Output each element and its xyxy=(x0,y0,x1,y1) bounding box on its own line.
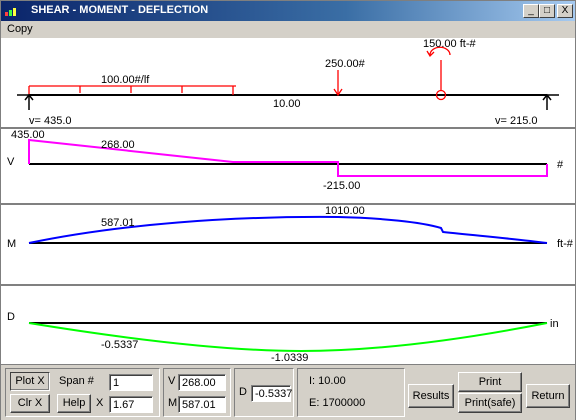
point-load-arrow xyxy=(333,70,343,97)
moment-load-label: 150.00 ft-# xyxy=(423,38,476,50)
v-output: 268.00 xyxy=(178,374,226,391)
right-reaction-label: v= 215.0 xyxy=(495,115,538,127)
point-load-label: 250.00# xyxy=(325,58,366,70)
v-label: V xyxy=(168,375,176,387)
shear-value-label: -215.00 xyxy=(323,180,360,192)
moment-value-label: 587.01 xyxy=(101,217,135,229)
menu-bar: Copy xyxy=(1,21,575,38)
results-button[interactable]: Results xyxy=(408,384,454,408)
span-input[interactable]: 1 xyxy=(109,374,153,391)
window-title: SHEAR - MOMENT - DEFLECTION xyxy=(31,4,209,16)
title-bar[interactable]: SHEAR - MOMENT - DEFLECTION _ □ X xyxy=(1,1,575,21)
menu-copy[interactable]: Copy xyxy=(7,23,33,35)
plot-x-button[interactable]: Plot X xyxy=(10,372,50,391)
d-label: D xyxy=(239,386,247,398)
shear-unit-label: # xyxy=(557,159,564,171)
moment-axis-label: M xyxy=(7,238,16,250)
diagram-canvas: 100.00#/lf 250.00# 150.00 ft-# 10.00 v= … xyxy=(1,38,575,364)
span-length-label: 10.00 xyxy=(273,98,301,110)
beam-panel: 100.00#/lf 250.00# 150.00 ft-# 10.00 v= … xyxy=(17,38,559,127)
d-output: -0.5337 xyxy=(251,385,292,402)
minimize-button[interactable]: _ xyxy=(523,4,539,18)
deflection-unit-label: in xyxy=(550,318,559,330)
print-safe-button[interactable]: Print(safe) xyxy=(458,393,522,413)
shear-axis-label: V xyxy=(7,156,15,168)
span-label: Span # xyxy=(59,375,94,387)
shear-value-label: 268.00 xyxy=(101,139,135,151)
right-support-icon xyxy=(535,93,559,110)
app-window: SHEAR - MOMENT - DEFLECTION _ □ X Copy 1 xyxy=(0,0,576,420)
deflection-value-label: -0.5337 xyxy=(101,339,138,351)
help-button[interactable]: Help xyxy=(57,394,91,413)
x-label: X xyxy=(96,397,104,409)
left-reaction-label: v= 435.0 xyxy=(29,115,72,127)
clr-x-button[interactable]: Clr X xyxy=(10,394,50,413)
moment-symbol xyxy=(426,46,451,101)
distributed-load xyxy=(28,85,236,95)
shear-value-label: 435.00 xyxy=(11,129,45,141)
control-bar: Plot X Clr X Span # 1 Help X 1.67 V 268.… xyxy=(1,364,575,420)
app-icon xyxy=(5,8,16,16)
shear-panel: V # 435.00 268.00 -215.00 xyxy=(7,129,564,192)
distributed-load-label: 100.00#/lf xyxy=(101,74,150,86)
maximize-button[interactable]: □ xyxy=(539,4,555,18)
diagram-svg: 100.00#/lf 250.00# 150.00 ft-# 10.00 v= … xyxy=(1,38,575,364)
x-input[interactable]: 1.67 xyxy=(109,396,153,413)
moment-panel: M ft-# 587.01 1010.00 xyxy=(7,205,574,250)
deflection-axis-label: D xyxy=(7,311,15,323)
moment-value-label: 1010.00 xyxy=(325,205,365,217)
m-label: M xyxy=(168,397,178,409)
print-button[interactable]: Print xyxy=(458,372,522,392)
return-button[interactable]: Return xyxy=(526,384,570,408)
moment-unit-label: ft-# xyxy=(557,238,574,250)
left-support-icon xyxy=(17,93,41,110)
i-value: I: 10.00 xyxy=(309,375,346,387)
deflection-value-label: -1.0339 xyxy=(271,352,308,364)
e-value: E: 1700000 xyxy=(309,397,366,409)
deflection-panel: D in -0.5337 -1.0339 xyxy=(7,311,559,364)
m-output: 587.01 xyxy=(178,396,226,413)
close-button[interactable]: X xyxy=(557,4,573,18)
